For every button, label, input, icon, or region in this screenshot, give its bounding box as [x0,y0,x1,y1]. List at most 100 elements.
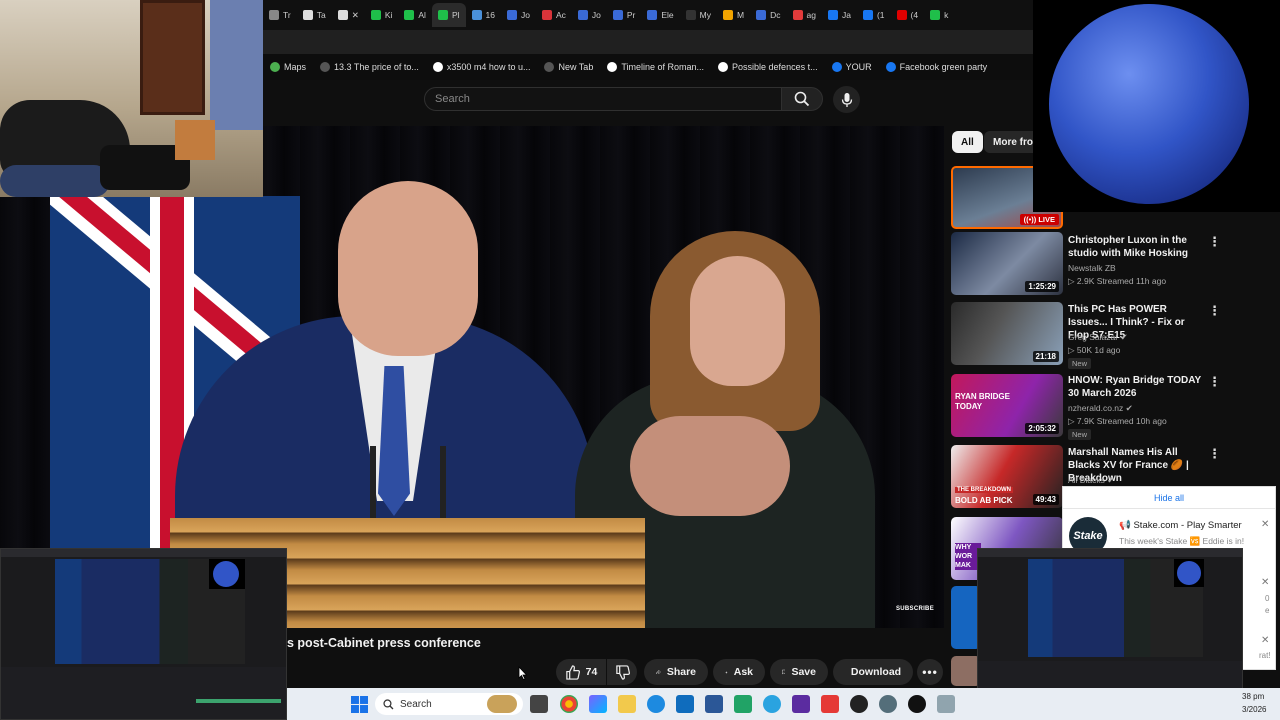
clock-time[interactable]: 38 pm [1242,692,1264,701]
close-icon[interactable]: ✕ [1261,577,1269,588]
channel-name[interactable]: All Blacks ✔ [1068,475,1114,486]
browser-tab[interactable]: (1 [857,3,891,27]
browser-tab[interactable]: 16 [466,3,501,27]
voice-search-button[interactable] [833,86,860,113]
dislike-button[interactable] [607,659,637,685]
chip-more-from[interactable]: More from [984,131,1040,153]
browser-tab[interactable]: Tr [263,3,297,27]
video-thumbnail[interactable]: RYAN BRIDGE TODAY 2:05:32 [951,374,1063,437]
bookmark-label: x3500 m4 how to u... [446,62,531,72]
browser-tab[interactable]: M [717,3,750,27]
subscribe-watermark[interactable]: SUBSCRIBE [896,606,934,612]
address-bar[interactable] [263,30,1033,54]
video-thumbnail[interactable]: 1:25:29 [951,232,1063,295]
telegram-icon[interactable] [763,695,781,713]
new-badge: New [1068,429,1092,440]
search-input[interactable]: Search [424,87,782,111]
browser-tab[interactable]: My [680,3,717,27]
tab-favicon-icon [437,10,448,20]
video-thumbnail[interactable]: 21:18 [951,302,1063,365]
tab-label: Ele [661,10,674,20]
video-title[interactable]: HNOW: Ryan Bridge TODAY 30 March 2026 [1068,374,1204,400]
close-icon[interactable]: ✕ [1261,635,1269,646]
app-icon[interactable] [792,695,810,713]
obs-icon[interactable] [908,695,926,713]
taskbar-search[interactable]: Search [375,693,523,715]
browser-tab[interactable]: Al [398,3,432,27]
bookmark-item[interactable]: Possible defences t... [711,62,825,72]
speaker-head [338,181,478,356]
thumbnail-caption: BOLD AB PICK [955,496,1013,505]
chrome-icon[interactable] [560,695,578,713]
close-icon[interactable]: ✕ [1261,519,1269,530]
save-button[interactable]: Save [770,659,828,685]
bookmark-item[interactable]: 13.3 The price of to... [313,62,426,72]
acrobat-icon[interactable] [821,695,839,713]
task-view-icon[interactable] [530,695,548,713]
store-icon[interactable] [705,695,723,713]
bookmark-item[interactable]: YOUR [825,62,879,72]
search-button[interactable] [781,87,823,111]
browser-tab[interactable]: Pl [431,3,466,27]
speaker-icon [337,10,348,20]
notification-title[interactable]: 📢 Stake.com - Play Smarter [1119,520,1269,531]
video-title[interactable]: Christopher Luxon in the studio with Mik… [1068,234,1204,260]
more-options-icon[interactable]: ⋮ [1208,446,1221,462]
video-thumbnail[interactable]: THE BREAKDOWN BOLD AB PICK 49:43 [951,445,1063,508]
edge-icon[interactable] [647,695,665,713]
tab-label: Pr [626,10,636,20]
tab-label: Jo [591,10,601,20]
browser-tab[interactable]: Pr [607,3,642,27]
channel-name[interactable]: Greg Salazar ✔ [1068,332,1128,343]
ask-button[interactable]: Ask [713,659,765,685]
browser-tab[interactable]: ag [787,3,822,27]
like-button[interactable]: 74 [556,659,606,685]
tab-favicon-icon [827,10,838,20]
start-button[interactable] [351,696,368,718]
more-options-icon[interactable]: ⋮ [1208,234,1221,250]
browser-tab[interactable]: Jo [572,3,607,27]
tab-favicon-icon [647,10,658,20]
bookmark-item[interactable]: x3500 m4 how to u... [426,62,538,72]
browser-tab[interactable]: ✕ [332,3,365,27]
download-button[interactable]: Download [833,659,913,685]
more-actions-button[interactable]: ••• [917,659,943,685]
recommendation-item[interactable]: 21:18 This PC Has POWER Issues... I Thin… [944,301,1280,371]
app-icon[interactable] [850,695,868,713]
more-options-icon[interactable]: ⋮ [1208,374,1221,390]
save-label: Save [791,666,816,678]
channel-name[interactable]: nzherald.co.nz ✔ [1068,403,1133,414]
outlook-icon[interactable] [676,695,694,713]
bookmark-item[interactable]: Timeline of Roman... [600,62,711,72]
file-explorer-icon[interactable] [618,695,636,713]
browser-tab[interactable]: Ele [641,3,679,27]
bookmark-item[interactable]: Facebook green party [879,62,995,72]
video-meta: ▷ 2.9K Streamed 11h ago [1068,276,1167,286]
browser-tab[interactable]: k [924,3,954,27]
app-icon[interactable] [937,695,955,713]
channel-name[interactable]: Newstalk ZB [1068,263,1116,273]
mouse-cursor [518,665,528,685]
browser-tab[interactable]: Ta [297,3,332,27]
recommendation-item[interactable]: 1:25:29 Christopher Luxon in the studio … [944,230,1280,300]
chip-all[interactable]: All [952,131,983,153]
new-badge: New [1068,358,1092,369]
app-icon[interactable] [734,695,752,713]
copilot-icon[interactable] [589,695,607,713]
bookmark-item[interactable]: New Tab [537,62,600,72]
more-options-icon[interactable]: ⋮ [1208,303,1221,319]
browser-tab[interactable]: Dc [750,3,786,27]
browser-tab[interactable]: Ac [536,3,572,27]
share-button[interactable]: Share [644,659,708,685]
browser-tab[interactable]: (4 [891,3,925,27]
browser-tab[interactable]: Ki [365,3,399,27]
bookmark-item[interactable]: Maps [263,62,313,72]
close-tab-icon[interactable]: ✕ [352,10,359,21]
hide-all-button[interactable]: Hide all [1063,487,1275,509]
clock-date[interactable]: 3/2026 [1242,705,1266,714]
settings-icon[interactable] [879,695,897,713]
sparkle-icon [725,670,728,674]
browser-tab[interactable]: Jo [501,3,536,27]
browser-tab[interactable]: Ja [822,3,857,27]
recommendation-item[interactable]: RYAN BRIDGE TODAY 2:05:32 HNOW: Ryan Bri… [944,372,1280,442]
